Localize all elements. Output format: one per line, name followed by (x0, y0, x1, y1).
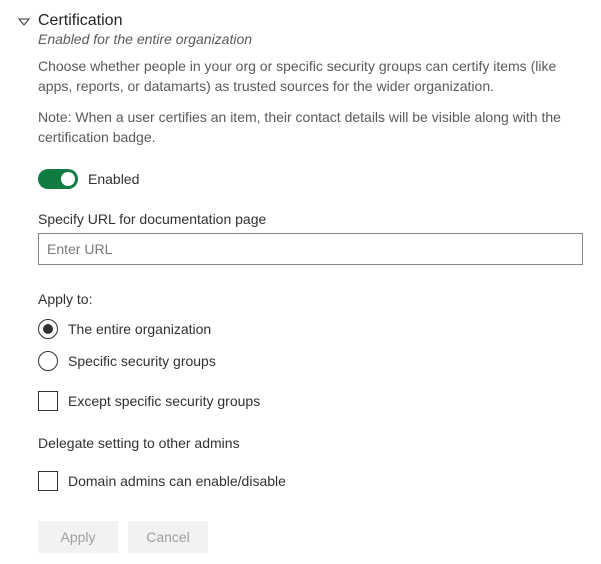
url-input[interactable] (38, 233, 583, 265)
section-description: Choose whether people in your org or spe… (38, 57, 583, 96)
checkbox-icon (38, 471, 58, 491)
section-note: Note: When a user certifies an item, the… (38, 108, 583, 147)
radio-specific-groups[interactable]: Specific security groups (38, 351, 583, 371)
checkbox-icon (38, 391, 58, 411)
checkbox-domain-admins[interactable]: Domain admins can enable/disable (38, 471, 583, 491)
checkbox-except-groups[interactable]: Except specific security groups (38, 391, 583, 411)
radio-entire-org[interactable]: The entire organization (38, 319, 583, 339)
radio-label: Specific security groups (68, 353, 216, 369)
apply-button[interactable]: Apply (38, 521, 118, 553)
radio-icon (38, 319, 58, 339)
cancel-button[interactable]: Cancel (128, 521, 208, 553)
checkbox-label: Except specific security groups (68, 393, 260, 409)
enabled-toggle-label: Enabled (88, 171, 139, 187)
collapse-icon[interactable] (18, 16, 30, 28)
url-field-label: Specify URL for documentation page (38, 211, 583, 227)
enabled-toggle[interactable] (38, 169, 78, 189)
radio-icon (38, 351, 58, 371)
section-title: Certification (38, 12, 583, 30)
apply-to-label: Apply to: (38, 291, 583, 307)
radio-label: The entire organization (68, 321, 211, 337)
delegate-label: Delegate setting to other admins (38, 435, 583, 451)
section-subtitle: Enabled for the entire organization (38, 31, 583, 47)
checkbox-label: Domain admins can enable/disable (68, 473, 286, 489)
